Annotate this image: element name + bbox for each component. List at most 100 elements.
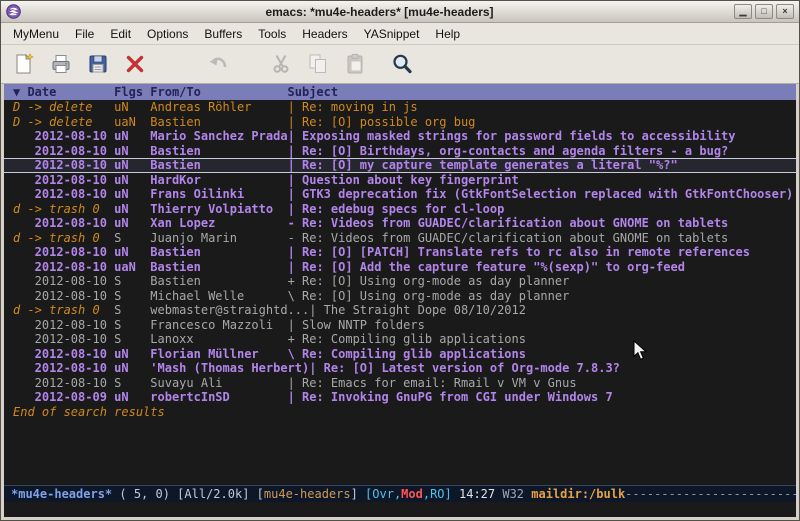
message-from: webmaster@straightd... [150,303,309,317]
paste-icon[interactable] [340,49,370,79]
message-row[interactable]: d -> trash 0 S Juanjo Marin - Re: Videos… [4,231,796,246]
message-row[interactable]: 2012-08-10 uN Bastien | Re: [O] Birthday… [4,144,796,159]
app-icon [6,4,21,19]
close-icon[interactable]: × [776,4,794,19]
message-subject: | Re: [O] possible org bug [288,115,476,129]
menu-item-tools[interactable]: Tools [250,24,294,44]
message-row[interactable]: 2012-08-09 uN robertcInSD | Re: Invoking… [4,390,796,405]
window-title: emacs: *mu4e-headers* [mu4e-headers] [25,5,734,19]
message-flags: uaN [114,115,150,129]
modeline-segment: Mod [401,487,423,501]
message-flags: uN [114,144,150,158]
menu-item-mymenu[interactable]: MyMenu [5,24,67,44]
message-date: 2012-08-10 [13,216,114,230]
message-flags: uN [114,361,150,375]
menu-item-options[interactable]: Options [139,24,196,44]
message-row[interactable]: 2012-08-10 uN HardKor | Question about k… [4,173,796,188]
message-date: 2012-08-10 [13,144,114,158]
message-subject: | Re: moving in js [288,100,418,114]
message-row[interactable]: d -> trash 0 uN Thierry Volpiatto | Re: … [4,202,796,217]
menu-item-yasnippet[interactable]: YASnippet [356,24,428,44]
message-subject: | Re: [O] Add the capture feature "%(sex… [288,260,685,274]
message-row[interactable]: 2012-08-10 uN 'Mash (Thomas Herbert)| Re… [4,361,796,376]
print-icon[interactable] [46,49,76,79]
echo-area[interactable] [4,502,796,517]
menu-bar: MyMenuFileEditOptionsBuffersToolsHeaders… [1,23,799,45]
message-from: robertcInSD [150,390,287,404]
emacs-window: emacs: *mu4e-headers* [mu4e-headers] ▁□×… [0,0,800,521]
message-date: d -> trash 0 [13,202,114,216]
message-subject: - Re: Videos from GUADEC/clarification a… [288,231,729,245]
headers-column-header[interactable]: ▼ Date Flgs From/To Subject [4,84,796,100]
message-subject: \ Re: [O] Using org-mode as day planner [288,289,570,303]
message-row[interactable]: D -> delete uaN Bastien | Re: [O] possib… [4,115,796,130]
cut-icon[interactable] [266,49,296,79]
maximize-icon[interactable]: □ [755,4,773,19]
message-from: Francesco Mazzoli [150,318,287,332]
message-subject: | Re: [O] Birthdays, org-contacts and ag… [288,144,729,158]
message-flags: uN [114,158,150,172]
message-row[interactable]: 2012-08-10 S Suvayu Ali | Re: Emacs for … [4,376,796,391]
modeline-segment: ( 5, 0) [119,487,177,501]
copy-icon[interactable] [303,49,333,79]
menu-item-file[interactable]: File [67,24,102,44]
modeline-segment: maildir:/bulk [531,487,625,501]
message-row[interactable]: D -> delete uN Andreas Röhler | Re: movi… [4,100,796,115]
modeline-segment: 14:27 [452,487,503,501]
modeline-segment: [Ovr, [365,487,401,501]
message-flags: uaN [114,260,150,274]
new-file-icon[interactable] [9,49,39,79]
message-from: HardKor [150,173,287,187]
modeline-segment: [All/2.0k] [177,487,256,501]
message-row[interactable]: 2012-08-10 uN Bastien | Re: [O] [PATCH] … [4,245,796,260]
modeline-segment: -------------------------------------- [625,487,796,501]
message-date: D -> delete [13,100,114,114]
message-date: 2012-08-10 [13,129,114,143]
message-row[interactable]: 2012-08-10 uN Xan Lopez - Re: Videos fro… [4,216,796,231]
message-flags: S [114,332,150,346]
close-buffer-icon[interactable] [120,49,150,79]
modeline-segment: W32 [502,487,531,501]
message-row[interactable]: 2012-08-10 S Bastien + Re: [O] Using org… [4,274,796,289]
menu-item-headers[interactable]: Headers [294,24,355,44]
message-row[interactable]: 2012-08-10 uN Mario Sanchez Prada| Expos… [4,129,796,144]
message-subject: | Exposing masked strings for password f… [288,129,736,143]
message-flags: S [114,289,150,303]
message-row[interactable]: 2012-08-10 S Lanoxx + Re: Compiling glib… [4,332,796,347]
message-date: 2012-08-10 [13,187,114,201]
message-date: 2012-08-10 [13,332,114,346]
message-flags: uN [114,347,150,361]
message-flags: S [114,303,150,317]
message-row[interactable]: 2012-08-10 uN Frans Oilinki | GTK3 depre… [4,187,796,202]
search-icon[interactable] [387,49,417,79]
message-from: Thierry Volpiatto [150,202,287,216]
message-from: Andreas Röhler [150,100,287,114]
message-flags: uN [114,390,150,404]
emacs-frame: ▼ Date Flgs From/To Subject D -> delete … [4,84,796,517]
menu-item-help[interactable]: Help [427,24,468,44]
message-date: d -> trash 0 [13,303,114,317]
message-from: Juanjo Marin [150,231,287,245]
save-icon[interactable] [83,49,113,79]
menu-item-edit[interactable]: Edit [102,24,139,44]
message-row[interactable]: 2012-08-10 uaN Bastien | Re: [O] Add the… [4,260,796,275]
minimize-icon[interactable]: ▁ [734,4,752,19]
message-row[interactable]: 2012-08-10 S Francesco Mazzoli | Slow NN… [4,318,796,333]
message-date: 2012-08-10 [13,245,114,259]
undo-icon[interactable] [203,49,233,79]
message-row[interactable]: d -> trash 0 S webmaster@straightd...| T… [4,303,796,318]
message-row[interactable]: 2012-08-10 S Michael Welle \ Re: [O] Usi… [4,289,796,304]
message-from: Bastien [150,245,287,259]
message-date: 2012-08-10 [13,347,114,361]
title-bar[interactable]: emacs: *mu4e-headers* [mu4e-headers] ▁□× [1,1,799,23]
message-row[interactable]: 2012-08-10 uN Florian Müllner \ Re: Comp… [4,347,796,362]
message-subject: + Re: Compiling glib applications [288,332,526,346]
message-flags: S [114,231,150,245]
message-date: 2012-08-10 [13,158,114,172]
message-from: Bastien [150,260,287,274]
message-row[interactable]: 2012-08-10 uN Bastien | Re: [O] my captu… [4,158,796,173]
empty-buffer-space [4,419,796,485]
message-flags: S [114,318,150,332]
menu-item-buffers[interactable]: Buffers [196,24,250,44]
message-date: d -> trash 0 [13,231,114,245]
